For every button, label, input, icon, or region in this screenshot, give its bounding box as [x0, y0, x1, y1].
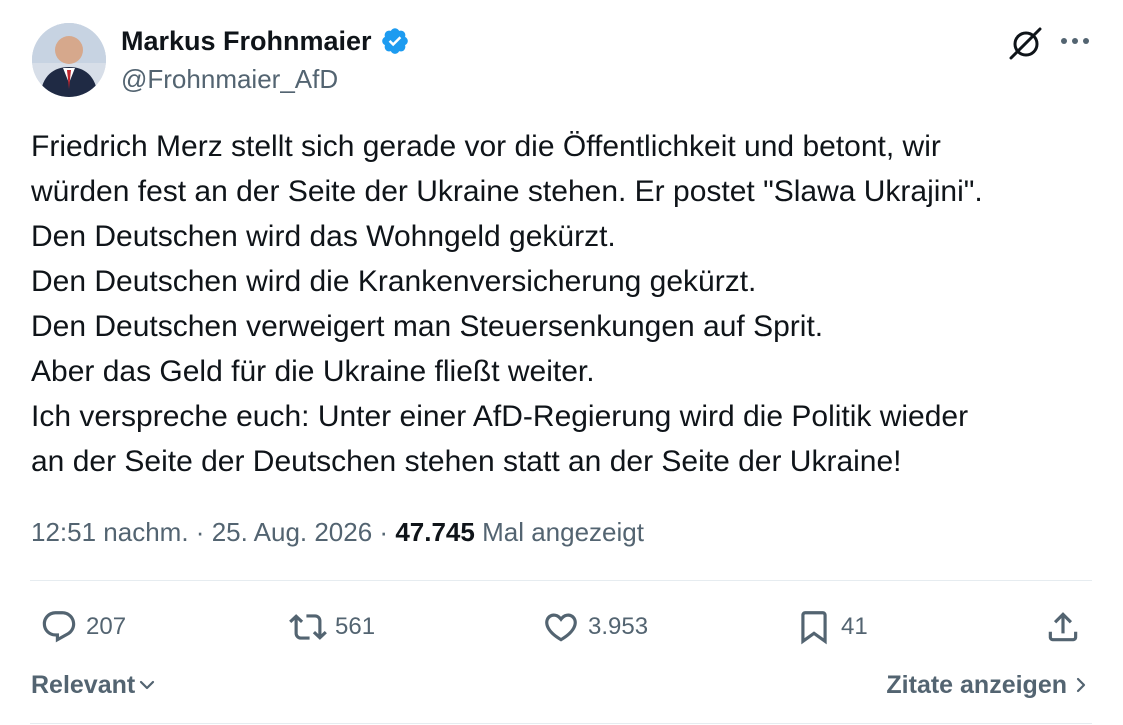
- like-count: 3.953: [588, 613, 649, 640]
- avatar[interactable]: [32, 23, 106, 97]
- bookmark-icon: [801, 611, 827, 645]
- share-icon: [1048, 612, 1078, 642]
- avatar-image: [32, 23, 106, 97]
- reply-button[interactable]: 207: [40, 604, 126, 650]
- tweet-line: Den Deutschen verweigert man Steuersenku…: [31, 310, 824, 343]
- tweet-time[interactable]: 12:51 nachm.: [31, 517, 189, 547]
- like-button[interactable]: 3.953: [542, 604, 648, 650]
- tweet-meta: 12:51 nachm. · 25. Aug. 2026 · 47.745 Ma…: [31, 514, 644, 550]
- repost-button[interactable]: 561: [289, 604, 375, 650]
- share-button[interactable]: [1044, 604, 1082, 650]
- like-icon: [545, 613, 577, 642]
- author-name[interactable]: Markus Frohnmaier: [121, 24, 372, 58]
- grok-icon[interactable]: [1006, 24, 1044, 62]
- tweet-line: Friedrich Merz stellt sich gerade vor di…: [31, 130, 941, 163]
- divider: [30, 723, 1092, 724]
- reply-icon: [42, 611, 76, 643]
- chevron-right-icon: [1076, 677, 1086, 693]
- tweet-line: an der Seite der Deutschen stehen statt …: [31, 445, 902, 478]
- verified-badge-icon: [381, 28, 408, 54]
- author-name-row[interactable]: Markus Frohnmaier: [121, 24, 410, 58]
- tweet-line: würden fest an der Seite der Ukraine ste…: [31, 175, 983, 208]
- divider: [30, 580, 1092, 581]
- tweet-line: Ich verspreche euch: Unter einer AfD-Reg…: [31, 400, 969, 433]
- tweet-line: Den Deutschen wird die Krankenversicheru…: [31, 265, 757, 298]
- tweet-text: Friedrich Merz stellt sich gerade vor di…: [31, 124, 1101, 484]
- chevron-down-icon: [140, 680, 155, 690]
- views-count: 47.745: [395, 517, 475, 547]
- meta-separator: ·: [379, 517, 389, 547]
- more-icon[interactable]: [1058, 26, 1092, 56]
- author-handle[interactable]: @Frohnmaier_AfD: [121, 63, 338, 95]
- reply-count: 207: [86, 613, 127, 640]
- meta-separator: ·: [195, 517, 205, 547]
- tweet-line: Aber das Geld für die Ukraine fließt wei…: [31, 355, 595, 388]
- views-label: Mal angezeigt: [482, 517, 644, 547]
- sort-label: Relevant: [31, 671, 136, 699]
- repost-icon: [289, 614, 327, 640]
- view-quotes-link[interactable]: Zitate anzeigen: [886, 668, 1089, 702]
- tweet-date[interactable]: 25. Aug. 2026: [212, 517, 372, 547]
- repost-count: 561: [335, 613, 376, 640]
- tweet-line: Den Deutschen wird das Wohngeld gekürzt.: [31, 220, 616, 253]
- bookmark-button[interactable]: 41: [795, 604, 868, 650]
- quotes-label: Zitate anzeigen: [886, 671, 1067, 699]
- sort-replies-dropdown[interactable]: Relevant: [31, 668, 157, 702]
- bookmark-count: 41: [841, 613, 868, 640]
